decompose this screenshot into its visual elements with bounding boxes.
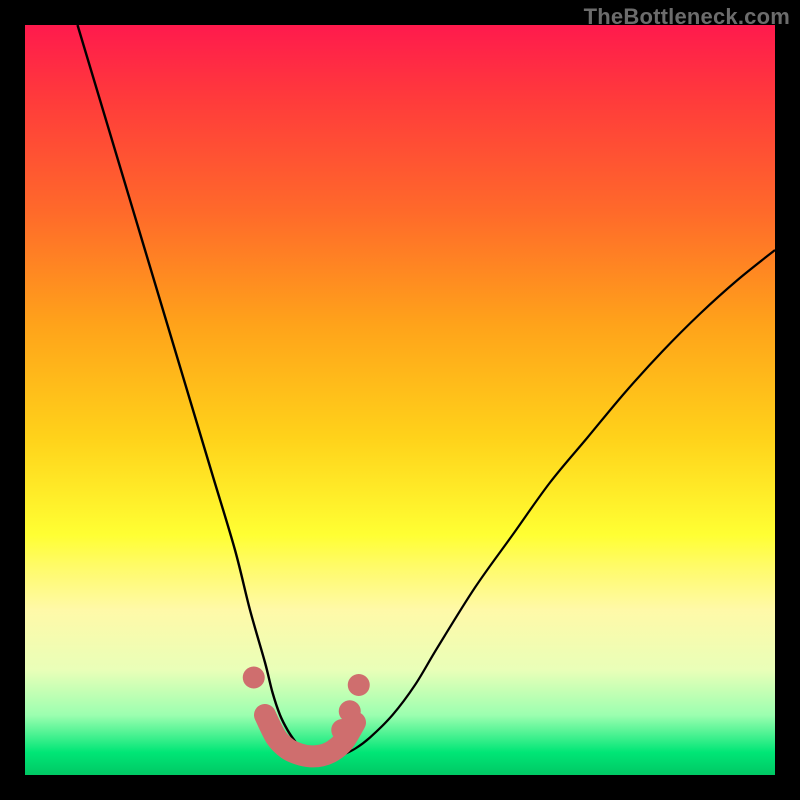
marker-right-2	[339, 700, 361, 722]
marker-left	[243, 667, 265, 689]
left-curve-path	[78, 25, 311, 756]
curve-layer	[25, 25, 775, 775]
marker-right-1	[348, 674, 370, 696]
chart-frame: TheBottleneck.com	[0, 0, 800, 800]
marker-right-3	[331, 719, 353, 741]
right-curve-path	[340, 250, 775, 756]
